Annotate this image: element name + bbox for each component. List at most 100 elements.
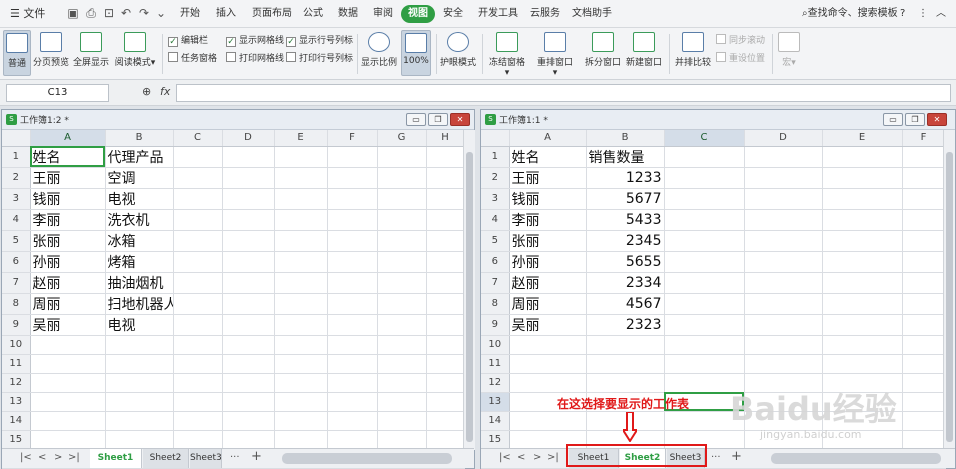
cell[interactable] (222, 392, 275, 412)
cell[interactable] (173, 411, 223, 431)
cell[interactable] (822, 230, 903, 252)
split-window-button[interactable]: 拆分窗口 (584, 30, 622, 76)
reading-mode-button[interactable]: 阅读模式▾ (114, 30, 156, 76)
cell[interactable] (744, 230, 823, 252)
undo-icon[interactable]: ↶ (119, 6, 133, 20)
cell[interactable] (822, 146, 903, 168)
cell[interactable]: 代理产品 (105, 146, 174, 168)
row-header[interactable]: 6 (2, 251, 31, 273)
cell[interactable] (222, 314, 275, 336)
cell[interactable] (822, 335, 903, 355)
cell[interactable] (744, 209, 823, 231)
cell[interactable] (173, 188, 223, 210)
cell[interactable]: 钱丽 (30, 188, 106, 210)
cell[interactable] (377, 335, 427, 355)
cell[interactable] (377, 251, 427, 273)
cell[interactable] (327, 430, 378, 450)
cell[interactable] (173, 251, 223, 273)
cell[interactable] (274, 146, 328, 168)
cell[interactable] (173, 230, 223, 252)
cell[interactable]: 5433 (586, 209, 665, 231)
cell[interactable] (744, 167, 823, 189)
cell[interactable] (327, 411, 378, 431)
row-header[interactable]: 10 (481, 335, 510, 355)
select-all-corner[interactable] (2, 130, 31, 147)
cell[interactable]: 5677 (586, 188, 665, 210)
cell[interactable] (426, 209, 465, 231)
cell[interactable] (822, 167, 903, 189)
cell[interactable] (744, 335, 823, 355)
select-all-corner[interactable] (481, 130, 510, 147)
cell[interactable] (509, 335, 587, 355)
tab-doc-assistant[interactable]: 文档助手 (572, 5, 612, 23)
cell[interactable] (222, 209, 275, 231)
column-header[interactable]: F (327, 130, 378, 147)
cell[interactable]: 冰箱 (105, 230, 174, 252)
row-header[interactable]: 4 (2, 209, 31, 231)
cell[interactable] (509, 411, 587, 431)
cell[interactable] (173, 146, 223, 168)
cell[interactable] (30, 354, 106, 374)
cell[interactable] (822, 188, 903, 210)
cell[interactable] (105, 354, 174, 374)
tab-home[interactable]: 开始 (180, 5, 200, 23)
zoom-100-button[interactable]: 100% (401, 30, 431, 76)
cell[interactable] (664, 188, 745, 210)
cell[interactable]: 钱丽 (509, 188, 587, 210)
add-sheet-icon[interactable]: + (731, 449, 742, 464)
add-sheet-icon[interactable]: + (251, 449, 262, 464)
cell[interactable] (173, 272, 223, 294)
cell[interactable] (744, 146, 823, 168)
sheet-tab-sheet2[interactable]: Sheet2 (143, 449, 189, 468)
horizontal-scrollbar[interactable] (771, 453, 941, 464)
cell[interactable]: 赵丽 (509, 272, 587, 294)
cell[interactable] (744, 354, 823, 374)
print-gridlines-checkbox[interactable]: 打印网格线 (226, 52, 284, 66)
cell[interactable] (902, 354, 946, 374)
cell[interactable] (173, 373, 223, 393)
cell[interactable] (426, 314, 465, 336)
column-header[interactable]: C (173, 130, 223, 147)
cell[interactable] (377, 272, 427, 294)
cell[interactable] (173, 430, 223, 450)
row-header[interactable]: 1 (481, 146, 510, 168)
cell[interactable]: 周丽 (509, 293, 587, 315)
scroll-thumb[interactable] (466, 152, 473, 442)
column-header[interactable]: E (822, 130, 903, 147)
cell[interactable] (902, 272, 946, 294)
cell[interactable] (426, 354, 465, 374)
show-headings-checkbox[interactable]: ✓ 显示行号列标 (286, 34, 353, 48)
cell[interactable] (426, 430, 465, 450)
zoom-button[interactable]: 显示比例 (361, 30, 397, 76)
command-search[interactable]: ⌕查找命令、搜索模板 (802, 5, 898, 23)
tab-data[interactable]: 数据 (338, 5, 358, 23)
cell[interactable] (377, 146, 427, 168)
cell[interactable] (105, 411, 174, 431)
tab-cloud[interactable]: 云服务 (530, 5, 560, 23)
cell[interactable] (377, 314, 427, 336)
restore-icon[interactable]: ❐ (905, 113, 925, 126)
cell[interactable] (902, 146, 946, 168)
sheet-grid[interactable]: A B C D E F G H 1 姓名 代理产品 2 王丽 空调 3 钱丽 电视 4 李丽 洗衣机 5… (2, 130, 465, 469)
cell[interactable] (902, 251, 946, 273)
new-window-button[interactable]: 新建窗口 (625, 30, 663, 76)
cell[interactable] (274, 188, 328, 210)
tab-developer[interactable]: 开发工具 (478, 5, 518, 23)
cell[interactable]: 销售数量 (586, 146, 665, 168)
cell[interactable]: 抽油烟机 (105, 272, 174, 294)
cell[interactable] (222, 167, 275, 189)
cell[interactable] (327, 188, 378, 210)
cell[interactable]: 吴丽 (509, 314, 587, 336)
cell[interactable] (222, 335, 275, 355)
cell[interactable]: 吴丽 (30, 314, 106, 336)
restore-icon[interactable]: ❐ (428, 113, 448, 126)
cell[interactable]: 周丽 (30, 293, 106, 315)
cell[interactable] (105, 373, 174, 393)
row-header[interactable]: 14 (481, 411, 510, 431)
cell[interactable] (173, 167, 223, 189)
first-sheet-icon[interactable]: |< (20, 452, 32, 463)
cell[interactable] (902, 430, 946, 450)
column-header[interactable]: D (222, 130, 275, 147)
cell[interactable]: 4567 (586, 293, 665, 315)
cell[interactable] (222, 188, 275, 210)
